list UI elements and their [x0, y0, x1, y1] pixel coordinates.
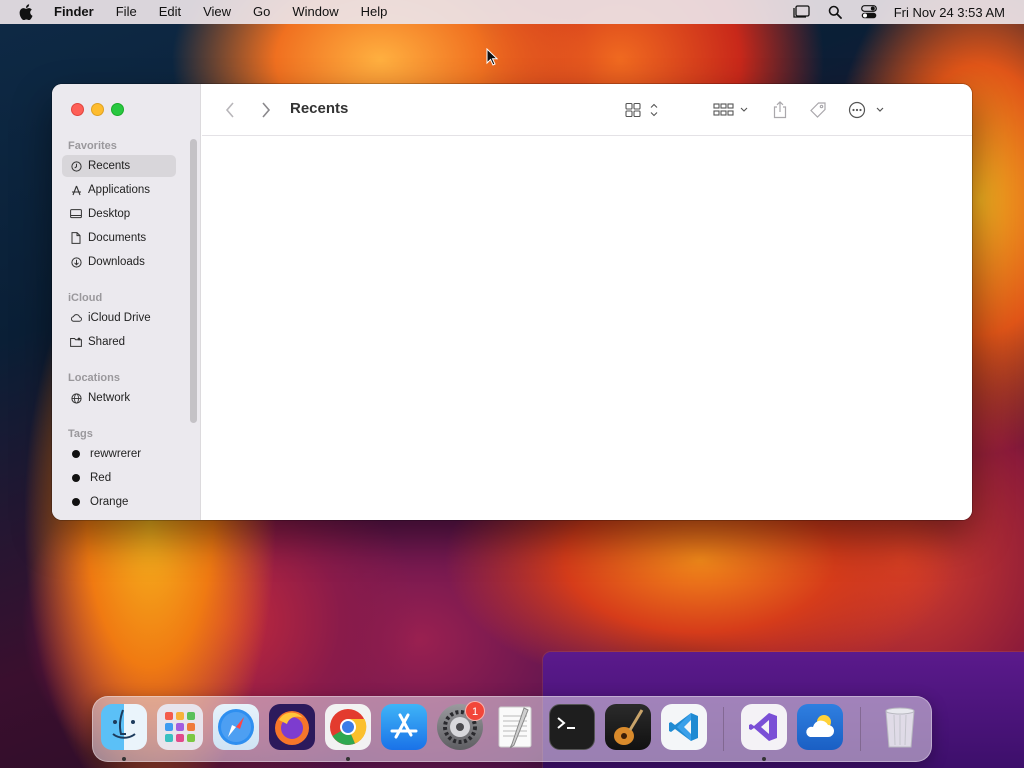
safari-dock-icon[interactable] [213, 704, 259, 750]
finder-running-indicator [122, 757, 126, 761]
globe-icon [70, 392, 82, 404]
menu-bar: Finder File Edit View Go Window Help Fri… [0, 0, 1024, 24]
document-icon [70, 232, 82, 244]
sidebar-item-label: Recents [88, 160, 131, 172]
minimize-window-button[interactable] [91, 103, 104, 116]
sidebar-item-label: rewwrerer [90, 448, 142, 460]
sidebar-item-applications[interactable]: Applications [62, 179, 176, 201]
sidebar-item-label: Orange [90, 496, 129, 508]
sidebar-item-shared[interactable]: Shared [62, 331, 176, 353]
mouse-cursor-icon [486, 47, 499, 71]
sidebar-section-favorites: Favorites [68, 140, 117, 152]
sidebar-section-tags: Tags [68, 428, 93, 440]
launchpad-dock-icon[interactable] [157, 704, 203, 750]
desktop-icon [70, 208, 82, 220]
window-title: Recents [290, 100, 349, 117]
finder-dock-icon[interactable] [101, 704, 147, 750]
trash-dock-icon[interactable] [877, 704, 923, 750]
shared-folder-icon [70, 336, 82, 348]
group-by-icon[interactable] [710, 98, 752, 122]
system-settings-badge: 1 [465, 701, 485, 721]
menu-help[interactable]: Help [350, 0, 399, 24]
sidebar-item-label: Documents [88, 232, 147, 244]
control-center-icon[interactable] [852, 0, 886, 24]
menu-bar-clock[interactable]: Fri Nov 24 3:53 AM [886, 5, 1005, 20]
finder-toolbar: Recents [202, 84, 972, 136]
sidebar-item-downloads[interactable]: Downloads [62, 251, 176, 273]
sidebar-item-tag-rewwrerer[interactable]: rewwrerer [62, 443, 176, 465]
spotlight-search-icon[interactable] [818, 0, 852, 24]
finder-sidebar: Favorites Recents Applications Desktop D… [52, 84, 201, 520]
maximize-window-button[interactable] [111, 103, 124, 116]
sidebar-item-label: Applications [88, 184, 151, 196]
sidebar-scrollbar[interactable] [190, 139, 197, 423]
tag-icon[interactable] [806, 98, 830, 122]
sidebar-item-icloud-drive[interactable]: iCloud Drive [62, 307, 176, 329]
dock [92, 696, 932, 762]
file-list-area[interactable] [202, 137, 972, 520]
sidebar-item-label: Desktop [88, 208, 131, 220]
sidebar-item-label: Network [88, 392, 131, 404]
clock-icon [70, 160, 82, 172]
cloud-icon [70, 312, 82, 324]
sidebar-item-label: Downloads [88, 256, 145, 268]
forward-chevron-icon[interactable] [256, 98, 276, 122]
sidebar-item-label: Red [90, 472, 112, 484]
tag-dot-icon [72, 450, 80, 458]
firefox-dock-icon[interactable] [269, 704, 315, 750]
share-icon[interactable] [768, 98, 792, 122]
sidebar-item-label: Shared [88, 336, 126, 348]
terminal-dock-icon[interactable] [549, 704, 595, 750]
visual-studio-running-indicator [762, 757, 766, 761]
more-actions-icon[interactable] [846, 98, 888, 122]
sidebar-item-label: iCloud Drive [88, 312, 151, 324]
vscode-dock-icon[interactable] [661, 704, 707, 750]
sidebar-item-tag-orange[interactable]: Orange [62, 491, 176, 513]
app-store-dock-icon[interactable] [381, 704, 427, 750]
dock-separator [860, 707, 861, 751]
menu-view[interactable]: View [192, 0, 242, 24]
back-chevron-icon[interactable] [220, 98, 240, 122]
chrome-dock-icon[interactable] [325, 704, 371, 750]
sidebar-item-network[interactable]: Network [62, 387, 176, 409]
close-window-button[interactable] [71, 103, 84, 116]
sidebar-item-recents[interactable]: Recents [62, 155, 176, 177]
menu-file[interactable]: File [105, 0, 148, 24]
sidebar-item-desktop[interactable]: Desktop [62, 203, 176, 225]
tag-dot-icon [72, 474, 80, 482]
visual-studio-dock-icon[interactable] [741, 704, 787, 750]
finder-window: Favorites Recents Applications Desktop D… [52, 84, 972, 520]
menu-window[interactable]: Window [281, 0, 349, 24]
garageband-dock-icon[interactable] [605, 704, 651, 750]
menu-edit[interactable]: Edit [148, 0, 192, 24]
menu-go[interactable]: Go [242, 0, 281, 24]
sidebar-item-tag-red[interactable]: Red [62, 467, 176, 489]
download-icon [70, 256, 82, 268]
textedit-dock-icon[interactable] [493, 704, 539, 750]
stage-manager-icon[interactable] [784, 0, 818, 24]
dock-separator [723, 707, 724, 751]
weather-dock-icon[interactable] [797, 704, 843, 750]
applications-icon [70, 184, 82, 196]
tag-dot-icon [72, 498, 80, 506]
sidebar-section-locations: Locations [68, 372, 120, 384]
sidebar-item-documents[interactable]: Documents [62, 227, 176, 249]
chrome-running-indicator [346, 757, 350, 761]
apple-menu-icon[interactable] [0, 0, 52, 24]
view-mode-grid-icon[interactable] [620, 98, 662, 122]
sidebar-section-icloud: iCloud [68, 292, 103, 304]
menu-finder[interactable]: Finder [52, 0, 105, 24]
